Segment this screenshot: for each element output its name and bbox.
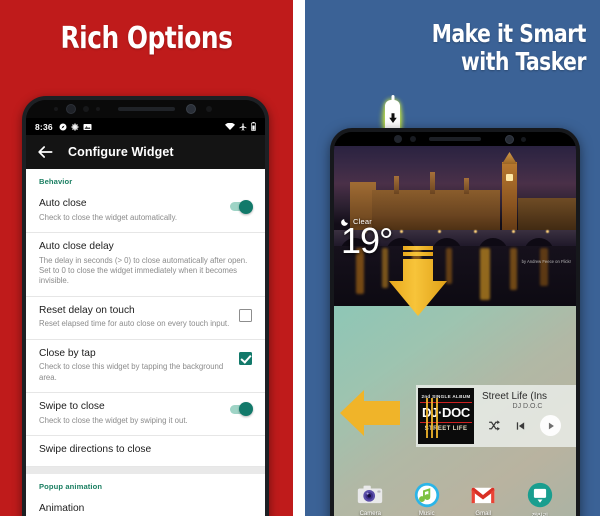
setting-description: Check to close the widget automatically. <box>39 212 178 222</box>
earpiece-speaker <box>429 137 481 141</box>
front-camera-icon <box>66 104 76 114</box>
section-header-popup-animation: Popup animation <box>26 473 265 495</box>
right-promo-title: Make it Smart with Tasker <box>333 19 587 76</box>
phone-top-bezel <box>26 100 265 118</box>
front-camera-icon <box>505 135 514 144</box>
sensor-dot-icon <box>96 107 100 111</box>
battery-icon <box>251 122 256 131</box>
front-camera-icon <box>186 104 196 114</box>
tasker-badge-cap <box>391 95 394 102</box>
camera-icon <box>357 482 383 508</box>
album-art-stripes <box>426 398 440 438</box>
download-arrow-icon <box>388 113 397 123</box>
sensor-dot-icon <box>54 107 58 111</box>
music-note-icon <box>414 482 440 508</box>
wallpaper-credit: by Andrew Feece on Flickr <box>521 259 571 264</box>
proximity-sensor-icon <box>83 106 89 112</box>
setting-title: Swipe directions to close <box>39 444 152 455</box>
setting-description: The delay in seconds (> 0) to close auto… <box>39 255 248 286</box>
track-title: Street Life (Ins <box>482 391 548 402</box>
setting-row-swipe-directions[interactable]: Swipe directions to close <box>26 436 265 467</box>
gear-icon <box>71 122 79 131</box>
dock-app-gallery[interactable]: 갤러리 <box>520 482 560 516</box>
sensor-dot-icon <box>410 136 416 142</box>
setting-description: Check to close this widget by tapping th… <box>39 362 224 382</box>
section-divider <box>26 466 265 474</box>
screen-cast-icon <box>527 482 553 508</box>
setting-row-close-by-tap[interactable]: Close by tap Check to close this widget … <box>26 339 265 393</box>
left-phone-mockup: 8:36 Configure Widget Behavior Auto clos… <box>22 96 269 516</box>
setting-title: Reset delay on touch <box>39 304 135 316</box>
app-bar: Configure Widget <box>26 135 265 169</box>
reset-delay-checkbox[interactable] <box>239 308 252 322</box>
wallpaper-london-night: by Andrew Feece on Flickr Clear 19° 2nd … <box>334 146 576 516</box>
setting-title: Swipe to close <box>39 400 105 412</box>
earpiece-speaker <box>118 107 175 111</box>
setting-row-auto-close-delay[interactable]: Auto close delay The delay in seconds (>… <box>26 233 265 297</box>
left-promo-title: Rich Options <box>60 21 233 56</box>
sensor-dot-icon <box>521 137 526 142</box>
shuffle-icon[interactable] <box>488 419 501 432</box>
track-artist: DJ D.O.C <box>512 403 543 410</box>
setting-title: Close by tap <box>39 347 96 359</box>
auto-close-toggle[interactable] <box>230 199 253 214</box>
compass-icon <box>59 123 67 130</box>
wallpaper-big-ben <box>502 162 517 234</box>
play-button[interactable] <box>540 415 561 436</box>
page-title: Configure Widget <box>68 145 174 159</box>
play-icon <box>548 422 554 429</box>
swipe-to-close-toggle[interactable] <box>230 402 253 417</box>
dock-app-gmail[interactable]: Gmail <box>463 482 503 516</box>
arrow-left <box>340 390 400 436</box>
arrow-down <box>389 246 447 316</box>
dock-app-music[interactable]: Music <box>407 482 447 516</box>
setting-title: Animation <box>39 502 85 514</box>
setting-title: Auto close <box>39 198 87 209</box>
right-phone-mockup: by Andrew Feece on Flickr Clear 19° 2nd … <box>330 128 580 516</box>
status-bar: 8:36 <box>26 118 265 135</box>
phone-top-bezel <box>334 132 576 146</box>
home-dock: Camera Music Gmail <box>334 476 576 516</box>
setting-row-swipe-to-close[interactable]: Swipe to close Check to close the widget… <box>26 392 265 436</box>
dock-app-label: Gmail <box>475 511 492 516</box>
right-promo-title-line2: with Tasker <box>460 47 586 76</box>
setting-description: Check to close the widget by swiping it … <box>39 415 188 425</box>
dock-app-label: 갤러리 <box>520 511 560 516</box>
right-promo-title-line1: Make it Smart <box>431 19 587 48</box>
dock-app-label: Camera <box>359 511 381 516</box>
setting-row-auto-close[interactable]: Auto close Check to close the widget aut… <box>26 190 265 234</box>
skip-previous-icon[interactable] <box>515 420 526 432</box>
wallpaper-spire <box>464 178 469 194</box>
panel-divider <box>293 0 305 516</box>
gmail-icon <box>470 482 496 508</box>
setting-description: Reset elapsed time for auto close on eve… <box>39 319 230 329</box>
settings-list[interactable]: Behavior Auto close Check to close the w… <box>26 169 265 516</box>
section-header-behavior: Behavior <box>26 169 265 190</box>
status-bar-clock: 8:36 <box>35 121 53 132</box>
screenshot-icon <box>83 123 92 130</box>
wallpaper-clock-face <box>506 174 513 181</box>
setting-row-animation[interactable]: Animation <box>26 494 265 516</box>
dock-app-label: Music <box>418 511 435 516</box>
sensor-dot-icon <box>206 106 212 112</box>
front-camera-icon <box>394 135 402 143</box>
music-player-widget[interactable]: 2nd SINGLE ALBUM DJ·DOC STREET LIFE Stre… <box>416 385 576 447</box>
setting-title: Auto close delay <box>39 241 114 253</box>
wallpaper-spire <box>430 172 435 194</box>
airplane-mode-icon <box>239 123 247 130</box>
wallpaper-spire <box>394 176 399 194</box>
wifi-icon <box>225 122 235 130</box>
dock-app-camera[interactable]: Camera <box>350 482 390 516</box>
album-art: 2nd SINGLE ALBUM DJ·DOC STREET LIFE <box>418 388 474 444</box>
left-promo-panel: Rich Options 8:36 Configure Widget Behav… <box>0 0 293 516</box>
close-by-tap-checkbox[interactable] <box>239 351 252 365</box>
setting-row-reset-delay-on-touch[interactable]: Reset delay on touch Reset elapsed time … <box>26 296 265 340</box>
back-arrow-icon[interactable] <box>35 142 55 162</box>
